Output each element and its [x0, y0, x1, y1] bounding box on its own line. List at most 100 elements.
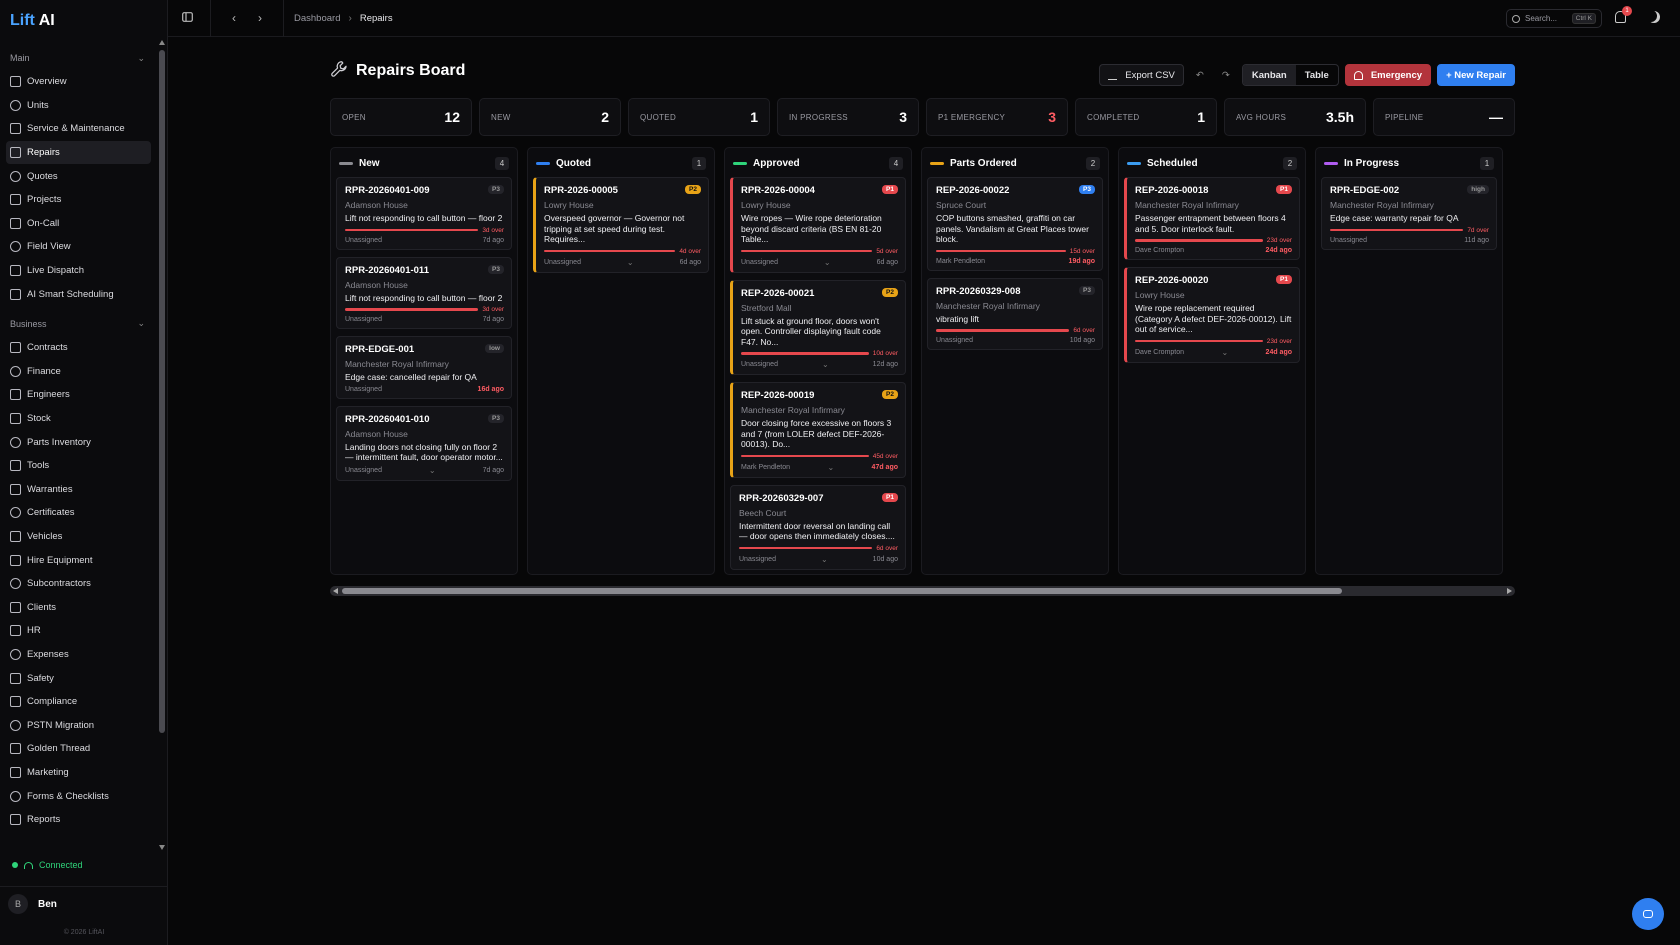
assign-chevron-down-icon[interactable]: ⌄	[822, 360, 829, 369]
scroll-thumb[interactable]	[342, 588, 1342, 594]
sidebar-item-stock[interactable]: Stock	[6, 407, 151, 431]
repair-card[interactable]: RPR-EDGE-001 low Manchester Royal Infirmar…	[336, 336, 512, 399]
emergency-button[interactable]: Emergency	[1344, 64, 1432, 86]
export-csv-button[interactable]: Export CSV	[1099, 64, 1184, 86]
sidebar-item-reports[interactable]: Reports	[6, 808, 151, 832]
column-count: 4	[495, 156, 509, 170]
sidebar-item-service-maintenance[interactable]: Service & Maintenance	[6, 117, 151, 141]
status-dot	[12, 862, 18, 868]
assignee[interactable]: Unassigned	[345, 467, 382, 474]
repair-card[interactable]: RPR-2026-00005 P2 Lowry House Overspeed gov…	[533, 177, 709, 273]
new-repair-button[interactable]: + New Repair	[1437, 64, 1515, 86]
toggle-sidebar-button[interactable]	[174, 11, 200, 25]
search-input[interactable]: Search... Ctrl K	[1506, 9, 1602, 28]
repair-card[interactable]: RPR-20260401-011 P3 Adamson House Lift not …	[336, 256, 512, 329]
sidebar-item-compliance[interactable]: Compliance	[6, 690, 151, 714]
assignee[interactable]: Unassigned	[345, 386, 382, 393]
sidebar-item-ai-smart-scheduling[interactable]: AI Smart Scheduling	[6, 282, 151, 306]
repair-card[interactable]: REP-2026-00020 P1 Lowry House Wire rope rep…	[1124, 267, 1300, 363]
sidebar-item-tools[interactable]: Tools	[6, 454, 151, 478]
sidebar-item-overview[interactable]: Overview	[6, 70, 151, 94]
sidebar-item-hr[interactable]: HR	[6, 619, 151, 643]
back-button[interactable]: ‹	[221, 11, 247, 25]
assign-chevron-down-icon[interactable]: ⌄	[827, 463, 834, 472]
sidebar-item-live-dispatch[interactable]: Live Dispatch	[6, 259, 151, 283]
sidebar-item-warranties[interactable]: Warranties	[6, 478, 151, 502]
sidebar-item-certificates[interactable]: Certificates	[6, 501, 151, 525]
notifications-bell-icon[interactable]: 1	[1615, 6, 1632, 23]
assign-chevron-down-icon[interactable]: ⌄	[821, 555, 828, 564]
sidebar-item-safety[interactable]: Safety	[6, 666, 151, 690]
sidebar-item-golden-thread[interactable]: Golden Thread	[6, 737, 151, 761]
assignee[interactable]: Mark Pendleton	[741, 464, 790, 471]
repair-card[interactable]: RPR-EDGE-002 high Manchester Royal Infirma…	[1321, 177, 1497, 250]
sidebar-section-business[interactable]: Business ⌄	[0, 312, 157, 336]
assignee[interactable]: Dave Crompton	[1135, 349, 1184, 356]
sidebar-item-forms-checklists[interactable]: Forms & Checklists	[6, 784, 151, 808]
scroll-up-arrow[interactable]	[159, 40, 165, 45]
scroll-left-arrow[interactable]	[333, 588, 338, 594]
sidebar-item-projects[interactable]: Projects	[6, 188, 151, 212]
sidebar-item-subcontractors[interactable]: Subcontractors	[6, 572, 151, 596]
theme-toggle-moon-icon[interactable]	[1648, 11, 1660, 23]
breadcrumb-dashboard[interactable]: Dashboard	[294, 13, 340, 24]
app-logo[interactable]: Lift AI	[10, 12, 55, 30]
sidebar-section-main[interactable]: Main ⌄	[0, 46, 157, 70]
assignee[interactable]: Unassigned	[1330, 237, 1367, 244]
repair-description: Intermittent door reversal on landing ca…	[739, 520, 895, 542]
board-horizontal-scrollbar[interactable]	[330, 586, 1515, 596]
priority-badge: P1	[882, 185, 898, 194]
sidebar-item-pstn-migration[interactable]: PSTN Migration	[6, 713, 151, 737]
repair-card[interactable]: REP-2026-00018 P1 Manchester Royal Infirma…	[1124, 177, 1300, 260]
assignee[interactable]: Unassigned	[345, 316, 382, 323]
repair-card[interactable]: RPR-20260329-008 P3 Manchester Royal Infir…	[927, 277, 1103, 350]
repair-card[interactable]: RPR-20260329-007 P1 Beech Court Intermitten…	[730, 484, 906, 570]
scroll-down-arrow[interactable]	[159, 845, 165, 850]
assignee[interactable]: Unassigned	[544, 259, 581, 266]
scroll-thumb[interactable]	[159, 50, 165, 733]
assignee[interactable]: Unassigned	[345, 237, 382, 244]
sidebar-item-hire-equipment[interactable]: Hire Equipment	[6, 548, 151, 572]
redo-button[interactable]: ↷	[1216, 64, 1236, 86]
repair-card[interactable]: REP-2026-00019 P2 Manchester Royal Infirma…	[730, 382, 906, 478]
assign-chevron-down-icon[interactable]: ⌄	[824, 258, 831, 267]
sidebar-item-quotes[interactable]: Quotes	[6, 164, 151, 188]
repair-card[interactable]: REP-2026-00022 P3 Spruce Court COP buttons …	[927, 177, 1103, 271]
assignee[interactable]: Mark Pendleton	[936, 258, 985, 265]
sidebar-item-repairs[interactable]: Repairs	[6, 140, 151, 165]
assignee[interactable]: Unassigned	[936, 337, 973, 344]
assignee[interactable]: Unassigned	[739, 556, 776, 563]
sidebar-item-on-call[interactable]: On-Call	[6, 212, 151, 236]
sidebar-item-vehicles[interactable]: Vehicles	[6, 525, 151, 549]
sidebar-item-contracts[interactable]: Contracts	[6, 336, 151, 360]
assignee[interactable]: Unassigned	[741, 361, 778, 368]
sidebar-item-label: PSTN Migration	[27, 719, 95, 731]
sidebar-item-marketing[interactable]: Marketing	[6, 761, 151, 785]
chat-assistant-button[interactable]	[1632, 898, 1664, 930]
assignee[interactable]: Dave Crompton	[1135, 247, 1184, 254]
view-table-button[interactable]: Table	[1296, 65, 1338, 85]
sidebar-item-expenses[interactable]: Expenses	[6, 643, 151, 667]
sidebar-item-clients[interactable]: Clients	[6, 595, 151, 619]
repair-card[interactable]: RPR-20260401-009 P3 Adamson House Lift not …	[336, 177, 512, 250]
user-profile[interactable]: B Ben	[0, 886, 168, 921]
repair-card[interactable]: RPR-2026-00004 P1 Lowry House Wire ropes — …	[730, 177, 906, 273]
card-age: 11d ago	[1464, 236, 1489, 244]
sidebar-scrollbar[interactable]	[158, 40, 166, 850]
assign-chevron-down-icon[interactable]: ⌄	[1221, 348, 1228, 357]
sidebar-item-engineers[interactable]: Engineers	[6, 383, 151, 407]
sidebar-item-parts-inventory[interactable]: Parts Inventory	[6, 430, 151, 454]
assignee[interactable]: Unassigned	[741, 259, 778, 266]
scroll-right-arrow[interactable]	[1507, 588, 1512, 594]
undo-button[interactable]: ↶	[1190, 64, 1210, 86]
repair-card[interactable]: REP-2026-00021 P2 Stretford Mall Lift stuck…	[730, 279, 906, 375]
assign-chevron-down-icon[interactable]: ⌄	[627, 258, 634, 267]
repair-card[interactable]: RPR-20260401-010 P3 Adamson House Landing d…	[336, 405, 512, 481]
sidebar-item-field-view[interactable]: Field View	[6, 235, 151, 259]
forward-button[interactable]: ›	[247, 11, 273, 25]
sidebar-item-finance[interactable]: Finance	[6, 360, 151, 384]
view-kanban-button[interactable]: Kanban	[1242, 65, 1296, 85]
priority-badge: P3	[488, 185, 504, 194]
assign-chevron-down-icon[interactable]: ⌄	[429, 466, 436, 475]
sidebar-item-units[interactable]: Units	[6, 94, 151, 118]
